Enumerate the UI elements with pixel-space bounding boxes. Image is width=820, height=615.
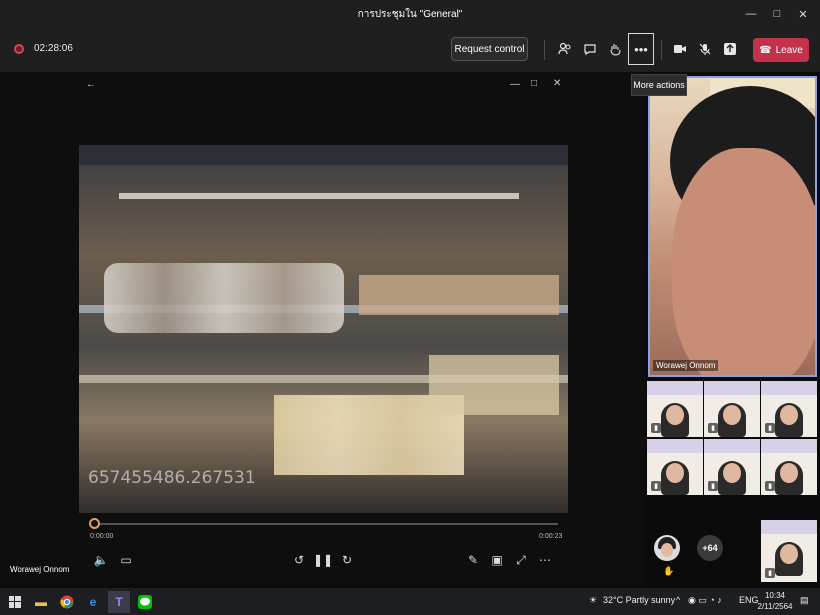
tray-chevron-icon[interactable]: ^: [676, 595, 680, 605]
shelf-light: [119, 193, 519, 199]
participant-tile[interactable]: ▮: [761, 439, 817, 495]
leave-label: Leave: [775, 44, 803, 56]
mic-icon: ▮: [765, 423, 775, 433]
leave-button[interactable]: ☎ Leave: [753, 38, 809, 62]
video-frame[interactable]: 657455486.267531: [79, 145, 568, 513]
tray-icons[interactable]: ◉ ▭ ◔ ♪: [688, 595, 722, 606]
participant-name-label: Worawej Onnom: [653, 360, 719, 371]
captions-icon[interactable]: ▭: [117, 551, 135, 569]
more-participants-badge[interactable]: +64: [697, 535, 723, 561]
presenter-name: Worawej Onnom: [10, 565, 70, 574]
notification-icon[interactable]: ▤: [800, 595, 809, 606]
participant-tile[interactable]: ▮: [761, 381, 817, 437]
seek-bar[interactable]: [90, 523, 558, 525]
avatar[interactable]: [654, 535, 680, 561]
shelf-top: [79, 145, 568, 165]
expand-viewer-icon[interactable]: □: [531, 78, 537, 89]
taskbar-clock[interactable]: 10:34 2/11/2564: [755, 590, 795, 612]
participant-tile[interactable]: ▮: [761, 520, 817, 582]
participants-icon[interactable]: [554, 38, 576, 60]
participant-tile[interactable]: ▮: [647, 439, 703, 495]
minimize-viewer-icon[interactable]: —: [510, 79, 520, 90]
video-watermark: 657455486.267531: [88, 468, 256, 488]
participant-face: [672, 148, 815, 375]
boxed-desserts: [359, 275, 559, 315]
picture-in-picture-icon[interactable]: ▣: [488, 551, 506, 569]
back-arrow-icon[interactable]: ←: [86, 79, 96, 90]
participant-tile[interactable]: ▮: [647, 381, 703, 437]
mic-icon: ▮: [765, 481, 775, 491]
participant-tile[interactable]: ▮: [704, 381, 760, 437]
clock-time: 10:34: [764, 591, 786, 600]
toolbar-divider: [544, 40, 545, 60]
volume-icon[interactable]: 🔈: [92, 551, 110, 569]
chrome-icon[interactable]: [56, 591, 78, 613]
hand-raised-icon: ✋: [663, 566, 675, 576]
more-actions-tooltip: More actions: [631, 74, 687, 96]
file-explorer-icon[interactable]: ▬: [30, 591, 52, 613]
window-title: การประชุมใน "General": [357, 8, 463, 20]
meeting-toolbar: 02:28:06 Request control ••• ☎ Leave: [0, 28, 820, 72]
recording-icon: [14, 44, 24, 54]
line-icon[interactable]: [134, 591, 156, 613]
request-control-button[interactable]: Request control: [451, 37, 528, 61]
mic-icon: ▮: [651, 481, 661, 491]
rewind-10-icon[interactable]: ↺: [290, 551, 308, 569]
windows-start-icon[interactable]: [4, 591, 26, 613]
maximize-button[interactable]: □: [764, 0, 790, 28]
cup-desserts: [104, 263, 344, 333]
mic-icon: ▮: [651, 423, 661, 433]
participant-tile[interactable]: ▮: [704, 439, 760, 495]
close-window-button[interactable]: ✕: [790, 0, 816, 28]
share-icon[interactable]: [719, 38, 741, 60]
edge-icon[interactable]: e: [82, 591, 104, 613]
title-bar: การประชุมใน "General" — □ ✕: [0, 0, 820, 28]
raise-hand-icon[interactable]: [604, 38, 626, 60]
meeting-timer: 02:28:06: [34, 43, 73, 54]
phone-hangup-icon: ☎: [759, 44, 772, 56]
more-video-options-icon[interactable]: ⋯: [536, 551, 554, 569]
fullscreen-icon[interactable]: ⤢: [512, 551, 530, 569]
mic-icon: ▮: [765, 568, 775, 578]
seek-handle[interactable]: [89, 518, 100, 529]
camera-icon[interactable]: [669, 38, 691, 60]
minimize-button[interactable]: —: [738, 0, 764, 28]
more-icon: •••: [634, 41, 648, 57]
more-actions-button[interactable]: •••: [628, 33, 654, 65]
mic-icon: ▮: [708, 481, 718, 491]
clock-date: 2/11/2564: [757, 602, 793, 611]
weather-icon[interactable]: ☀: [589, 595, 597, 606]
mic-off-icon[interactable]: [694, 38, 716, 60]
weather-text[interactable]: 32°C Partly sunny: [603, 595, 675, 605]
main-participant-tile[interactable]: Worawej Onnom: [648, 76, 817, 377]
annotate-pen-icon[interactable]: ✎: [464, 551, 482, 569]
windows-taskbar: ▬ e T ☀ 32°C Partly sunny ^ ◉ ▭ ◔ ♪ ENG …: [0, 588, 820, 615]
forward-10-icon[interactable]: ↻: [338, 551, 356, 569]
current-time: 0:00:00: [90, 533, 114, 540]
shared-content-stage: ← — □ ✕ 657455486.267531 0:00:00 0:00:23…: [0, 72, 645, 585]
chat-icon[interactable]: [579, 38, 601, 60]
total-time: 0:00:23: [539, 533, 563, 540]
pause-icon[interactable]: ❚❚: [313, 551, 333, 569]
toolbar-divider: [661, 40, 662, 60]
close-viewer-icon[interactable]: ✕: [553, 78, 561, 89]
teams-icon[interactable]: T: [108, 591, 130, 613]
boxed-pastries: [429, 355, 559, 415]
mic-icon: ▮: [708, 423, 718, 433]
